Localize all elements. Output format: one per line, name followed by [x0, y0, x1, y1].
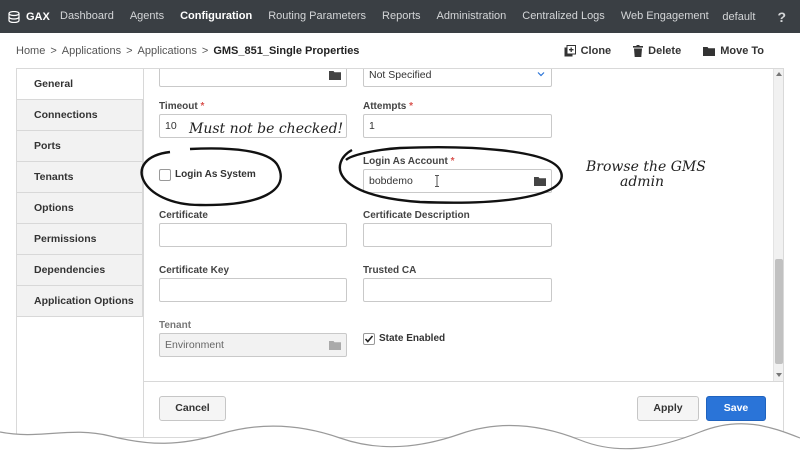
- nav-web-engagement[interactable]: Web Engagement: [613, 0, 717, 33]
- top-navigation-bar: GAX Dashboard Agents Configuration Routi…: [0, 0, 800, 33]
- tenant-input: Environment: [159, 333, 347, 357]
- required-marker: *: [409, 101, 414, 112]
- scrollbar-thumb[interactable]: [775, 259, 783, 364]
- annotation-browse-line1: Browse the GMS: [586, 159, 706, 175]
- sidebar-item-general[interactable]: General: [17, 69, 143, 100]
- form-footer: Cancel Apply Save: [143, 381, 783, 437]
- folder-icon[interactable]: [329, 70, 341, 80]
- nav-reports[interactable]: Reports: [374, 0, 429, 33]
- help-icon[interactable]: ?: [777, 9, 786, 25]
- certificate-label: Certificate: [159, 210, 208, 221]
- sidebar-item-dependencies[interactable]: Dependencies: [17, 255, 143, 286]
- main-nav: Dashboard Agents Configuration Routing P…: [52, 0, 717, 33]
- delete-button[interactable]: Delete: [633, 45, 681, 57]
- trash-icon: [633, 45, 644, 57]
- breadcrumb-home[interactable]: Home: [16, 45, 45, 57]
- nav-administration[interactable]: Administration: [429, 0, 515, 33]
- annotation-must-not-checked: Must not be checked!: [189, 121, 344, 137]
- certificate-description-label: Certificate Description: [363, 210, 470, 221]
- timeout-value: 10: [165, 120, 177, 132]
- required-marker: *: [450, 156, 455, 167]
- state-enabled-checkbox[interactable]: [363, 333, 375, 345]
- timeout-label-text: Timeout: [159, 101, 198, 112]
- certificate-key-label: Certificate Key: [159, 265, 230, 276]
- sidebar-item-permissions[interactable]: Permissions: [17, 224, 143, 255]
- scroll-down-icon[interactable]: [776, 373, 782, 378]
- sidebar-item-application-options[interactable]: Application Options: [17, 286, 143, 317]
- text-cursor-icon: [435, 175, 439, 187]
- component-type-select[interactable]: Not Specified: [363, 69, 552, 87]
- state-enabled-label: State Enabled: [379, 333, 446, 344]
- nav-agents[interactable]: Agents: [122, 0, 172, 33]
- browse-folder-icon[interactable]: [534, 176, 546, 186]
- sidebar-item-connections[interactable]: Connections: [17, 100, 143, 131]
- brand[interactable]: GAX: [0, 10, 52, 23]
- general-form: Not Specified Timeout * 10 Attempts * 1 …: [143, 69, 773, 381]
- folder-icon: [329, 341, 341, 350]
- certificate-description-input[interactable]: [363, 223, 552, 247]
- clone-icon: [564, 45, 576, 57]
- clone-label: Clone: [580, 45, 612, 57]
- nav-centralized-logs[interactable]: Centralized Logs: [514, 0, 613, 33]
- nav-configuration[interactable]: Configuration: [172, 0, 260, 33]
- sidebar-item-ports[interactable]: Ports: [17, 131, 143, 162]
- login-as-account-label-text: Login As Account: [363, 156, 448, 167]
- database-icon: [8, 10, 20, 23]
- checkmark-icon: [364, 335, 374, 343]
- clone-button[interactable]: Clone: [564, 45, 612, 57]
- breadcrumb-applications-folder[interactable]: Applications: [138, 45, 197, 57]
- properties-panel: General Connections Ports Tenants Option…: [16, 68, 784, 438]
- timeout-label: Timeout *: [159, 101, 204, 112]
- tenant-value: Environment: [165, 339, 224, 351]
- user-menu[interactable]: default: [722, 11, 755, 23]
- breadcrumb-separator: >: [50, 45, 57, 57]
- form-scrollbar[interactable]: [773, 69, 783, 381]
- brand-label: GAX: [26, 10, 50, 23]
- object-actions: Clone Delete Move To: [564, 45, 764, 57]
- nav-right: default ?: [722, 0, 800, 33]
- nav-dashboard[interactable]: Dashboard: [52, 0, 122, 33]
- annotation-browse-line2: admin: [620, 174, 665, 190]
- folder-icon: [703, 47, 716, 56]
- breadcrumb-current: GMS_851_Single Properties: [213, 45, 360, 57]
- trusted-ca-input[interactable]: [363, 278, 552, 302]
- attempts-value: 1: [369, 120, 375, 132]
- attempts-label-text: Attempts: [363, 101, 407, 112]
- breadcrumb-separator: >: [201, 45, 209, 57]
- trusted-ca-label: Trusted CA: [363, 265, 417, 276]
- sidebar-item-tenants[interactable]: Tenants: [17, 162, 143, 193]
- certificate-input[interactable]: [159, 223, 347, 247]
- properties-sidebar: General Connections Ports Tenants Option…: [17, 69, 143, 319]
- login-as-system-checkbox[interactable]: [159, 169, 171, 181]
- move-to-label: Move To: [720, 45, 764, 57]
- attempts-label: Attempts *: [363, 101, 413, 112]
- login-as-account-input[interactable]: bobdemo: [363, 169, 552, 193]
- breadcrumb-applications[interactable]: Applications: [62, 45, 121, 57]
- attempts-input[interactable]: 1: [363, 114, 552, 138]
- login-as-system-label: Login As System: [175, 169, 256, 180]
- cancel-button[interactable]: Cancel: [159, 396, 226, 421]
- login-as-account-label: Login As Account *: [363, 156, 455, 167]
- sidebar-item-options[interactable]: Options: [17, 193, 143, 224]
- host-field[interactable]: [159, 69, 347, 87]
- certificate-key-input[interactable]: [159, 278, 347, 302]
- breadcrumb: Home > Applications > Applications > GMS…: [16, 45, 359, 57]
- delete-label: Delete: [648, 45, 682, 57]
- save-button[interactable]: Save: [706, 396, 766, 421]
- login-as-account-value: bobdemo: [369, 175, 413, 187]
- scroll-up-icon[interactable]: [776, 71, 782, 76]
- breadcrumb-separator: >: [126, 45, 133, 57]
- move-to-button[interactable]: Move To: [703, 45, 764, 57]
- component-type-value: Not Specified: [369, 69, 432, 81]
- nav-routing-parameters[interactable]: Routing Parameters: [260, 0, 374, 33]
- apply-button[interactable]: Apply: [637, 396, 699, 421]
- chevron-down-icon: [537, 72, 545, 77]
- required-marker: *: [200, 101, 205, 112]
- tenant-label: Tenant: [159, 320, 192, 331]
